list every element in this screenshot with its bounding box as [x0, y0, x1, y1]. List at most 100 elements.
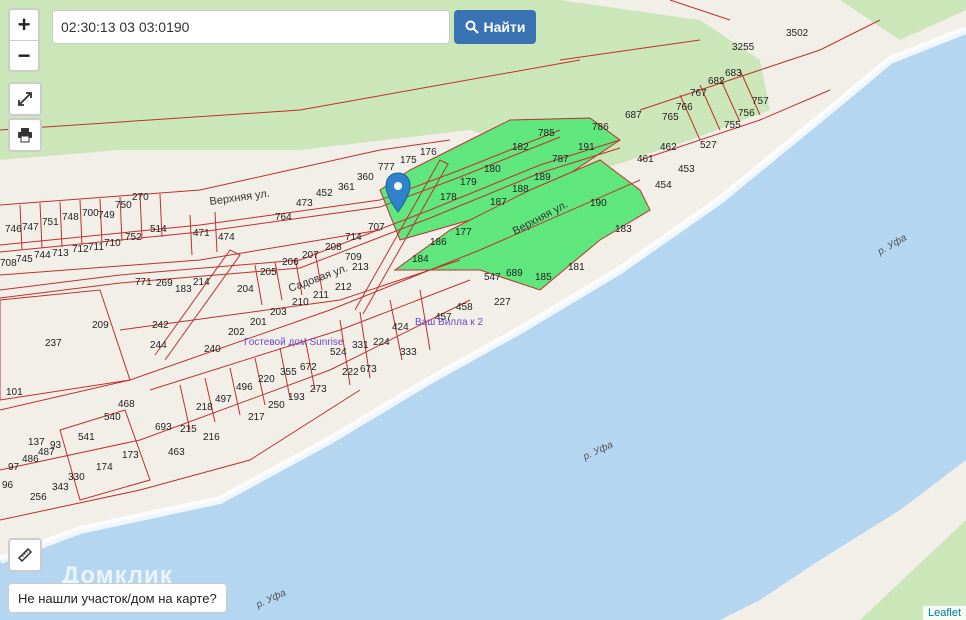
- parcel-label: 462: [660, 142, 677, 153]
- parcel-label: 771: [135, 277, 152, 288]
- parcel-label: 343: [52, 482, 69, 493]
- parcel-label: 256: [30, 492, 47, 503]
- parcel-label: 206: [282, 257, 299, 268]
- parcel-label: 710: [104, 238, 121, 249]
- parcel-label: 273: [310, 384, 327, 395]
- zoom-in-button[interactable]: +: [10, 10, 38, 41]
- zoom-out-button[interactable]: −: [10, 41, 38, 71]
- parcel-label: 187: [490, 197, 507, 208]
- map-canvas[interactable]: 3502 3255 683 682 767 766 765 757 756 75…: [0, 0, 966, 620]
- parcel-label: 227: [494, 297, 511, 308]
- parcel-label: 176: [420, 147, 437, 158]
- parcel-label: 751: [42, 217, 59, 228]
- fullscreen-button[interactable]: [8, 82, 42, 116]
- parcel-label: 765: [662, 112, 679, 123]
- parcel-label: 244: [150, 340, 167, 351]
- parcel-label: 173: [122, 450, 139, 461]
- parcel-label: 689: [506, 268, 523, 279]
- parcel-label: 209: [92, 320, 109, 331]
- cadastral-search-input[interactable]: [52, 10, 450, 44]
- parcel-label: 687: [625, 110, 642, 121]
- parcel-label: 755: [724, 120, 741, 131]
- parcel-label: 210: [292, 297, 309, 308]
- parcel-label: 188: [512, 184, 529, 195]
- parcel-label: 486: [22, 454, 39, 465]
- parcel-label: 745: [16, 254, 33, 265]
- not-found-button[interactable]: Не нашли участок/дом на карте?: [8, 583, 227, 613]
- print-button[interactable]: [8, 118, 42, 152]
- parcel-label: 750: [115, 200, 132, 211]
- search-button-label: Найти: [483, 19, 526, 35]
- parcel-label: 540: [104, 412, 121, 423]
- parcel-label: 333: [400, 347, 417, 358]
- parcel-label: 496: [236, 382, 253, 393]
- parcel-label: 454: [655, 180, 672, 191]
- parcel-label: 186: [430, 237, 447, 248]
- parcel-label: 708: [0, 258, 17, 269]
- parcel-label: 524: [330, 347, 347, 358]
- parcel-label: 191: [578, 142, 595, 153]
- measure-button[interactable]: [8, 538, 42, 572]
- parcel-label: 752: [125, 232, 142, 243]
- parcel-label: 756: [738, 108, 755, 119]
- parcel-label: 355: [280, 367, 297, 378]
- parcel-label: 461: [637, 154, 654, 165]
- parcel-label: 672: [300, 362, 317, 373]
- parcel-label: 471: [193, 228, 210, 239]
- parcel-label: 203: [270, 307, 287, 318]
- poi-label-villa: Ваш Вилла к 2: [415, 317, 483, 328]
- parcel-label: 330: [68, 472, 85, 483]
- parcel-label: 712: [72, 244, 89, 255]
- parcel-label: 497: [215, 394, 232, 405]
- parcel-label: 177: [455, 227, 472, 238]
- parcel-label: 757: [752, 96, 769, 107]
- parcel-label: 746: [5, 224, 22, 235]
- parcel-label: 777: [378, 162, 395, 173]
- parcel-label: 744: [34, 250, 51, 261]
- parcel-label: 786: [592, 122, 609, 133]
- search-icon: [465, 20, 479, 34]
- parcel-label: 207: [302, 250, 319, 261]
- parcel-label: 693: [155, 422, 172, 433]
- parcel-label: 179: [460, 177, 477, 188]
- print-icon: [18, 128, 32, 143]
- parcel-label: 97: [8, 462, 20, 473]
- parcel-label: 217: [248, 412, 265, 423]
- leaflet-attribution[interactable]: Leaflet: [922, 606, 966, 620]
- parcel-label: 468: [118, 399, 135, 410]
- parcel-label: 211: [313, 290, 329, 301]
- parcel-label: 749: [98, 210, 115, 221]
- parcel-label: 181: [568, 262, 585, 273]
- expand-icon: [18, 92, 32, 106]
- parcel-label: 541: [78, 432, 95, 443]
- parcel-label: 213: [352, 262, 369, 273]
- parcel-label: 747: [22, 222, 39, 233]
- parcel-label: 190: [590, 198, 607, 209]
- parcel-label: 787: [552, 154, 569, 165]
- parcel-label: 201: [250, 317, 267, 328]
- parcel-label: 224: [373, 337, 390, 348]
- parcel-label: 204: [237, 284, 254, 295]
- parcel-label: 473: [296, 198, 313, 209]
- parcel-label: 714: [345, 232, 362, 243]
- parcel-label: 453: [678, 164, 695, 175]
- parcel-label: 175: [400, 155, 417, 166]
- parcel-label: 683: [725, 68, 742, 79]
- parcel-label: 240: [204, 344, 221, 355]
- search-button[interactable]: Найти: [454, 10, 536, 44]
- parcel-label: 216: [203, 432, 220, 443]
- parcel-label: 361: [338, 182, 355, 193]
- parcel-label: 237: [45, 338, 62, 349]
- parcel-label: 360: [357, 172, 374, 183]
- parcel-label: 183: [175, 284, 192, 295]
- parcel-label: 184: [412, 254, 429, 265]
- parcel-label: 764: [275, 212, 292, 223]
- parcel-label: 474: [218, 232, 235, 243]
- parcel-label: 96: [2, 480, 14, 491]
- parcel-label: 452: [316, 188, 333, 199]
- parcel-label: 178: [440, 192, 457, 203]
- parcel-label: 205: [260, 267, 277, 278]
- parcel-label: 713: [52, 248, 69, 259]
- parcel-label: 682: [708, 76, 725, 87]
- parcel-label: 514: [150, 224, 167, 235]
